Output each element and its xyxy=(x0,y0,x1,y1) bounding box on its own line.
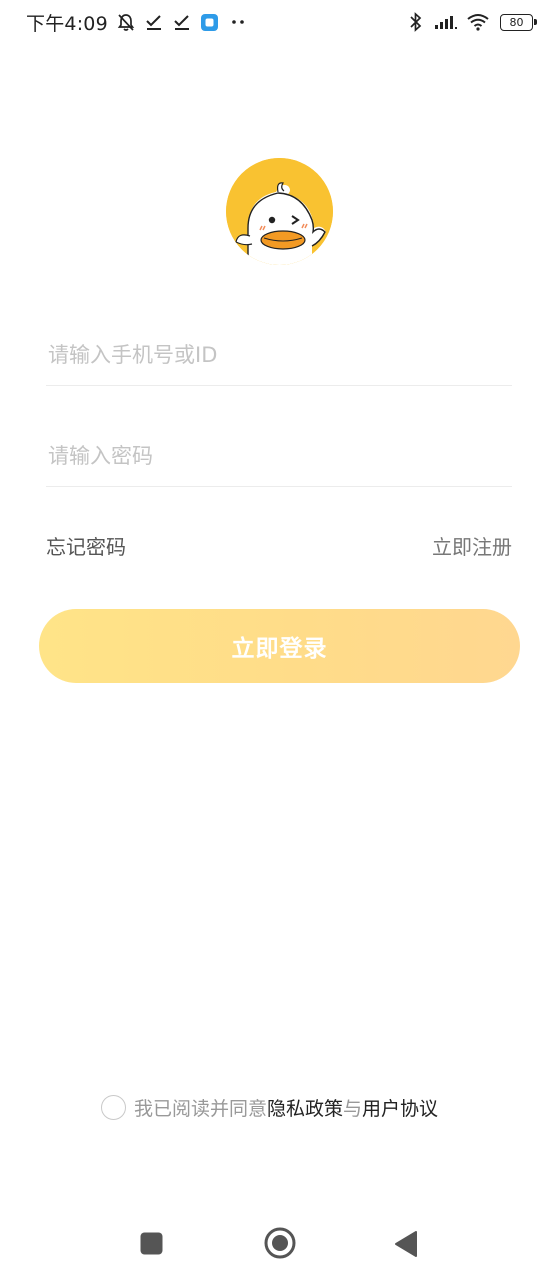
triangle-back-icon[interactable] xyxy=(393,1230,419,1258)
status-right: 80 xyxy=(406,12,537,32)
agreement-checkbox[interactable] xyxy=(101,1094,126,1120)
battery-level: 80 xyxy=(509,15,524,29)
phone-id-input[interactable] xyxy=(46,324,512,385)
forgot-password-link[interactable]: 忘记密码 xyxy=(46,531,126,560)
privacy-policy-link[interactable]: 隐私政策 xyxy=(267,1098,343,1120)
login-button[interactable]: 立即登录 xyxy=(39,609,520,683)
task-done-icon xyxy=(172,12,192,32)
status-time: 下午4:09 xyxy=(26,12,108,35)
agreement-text: 我已阅读并同意隐私政策与用户协议 xyxy=(134,1094,438,1121)
square-recent-icon[interactable] xyxy=(139,1231,164,1256)
phone-id-field xyxy=(46,324,512,386)
password-field xyxy=(46,425,512,487)
circle-home-icon[interactable] xyxy=(264,1227,296,1259)
login-screen: 下午4:09 80 请输入手机号或ID 忘记密码 立即注册 立即登录 我已阅读并… xyxy=(0,0,559,1280)
wifi-icon xyxy=(466,12,490,32)
status-left: 下午4:09 xyxy=(26,9,248,36)
app-notification-icon xyxy=(200,12,220,32)
password-input[interactable] xyxy=(46,425,512,486)
auth-links-row: 忘记密码 立即注册 xyxy=(46,528,512,562)
bluetooth-icon xyxy=(406,12,426,32)
system-nav-bar xyxy=(0,1210,559,1280)
task-done-icon xyxy=(144,12,164,32)
status-bar: 下午4:09 80 xyxy=(0,0,559,44)
register-link[interactable]: 立即注册 xyxy=(432,531,512,560)
more-dots-icon xyxy=(228,12,248,32)
user-agreement-link[interactable]: 用户协议 xyxy=(362,1098,438,1120)
agreement-prefix: 我已阅读并同意 xyxy=(134,1097,268,1120)
agreement-row: 我已阅读并同意隐私政策与用户协议 xyxy=(101,1092,438,1122)
battery-icon: 80 xyxy=(500,13,537,31)
signal-icon xyxy=(434,12,458,32)
agreement-connector: 与 xyxy=(343,1097,363,1120)
alarm-off-icon xyxy=(116,12,136,32)
duck-avatar-icon xyxy=(226,158,333,265)
